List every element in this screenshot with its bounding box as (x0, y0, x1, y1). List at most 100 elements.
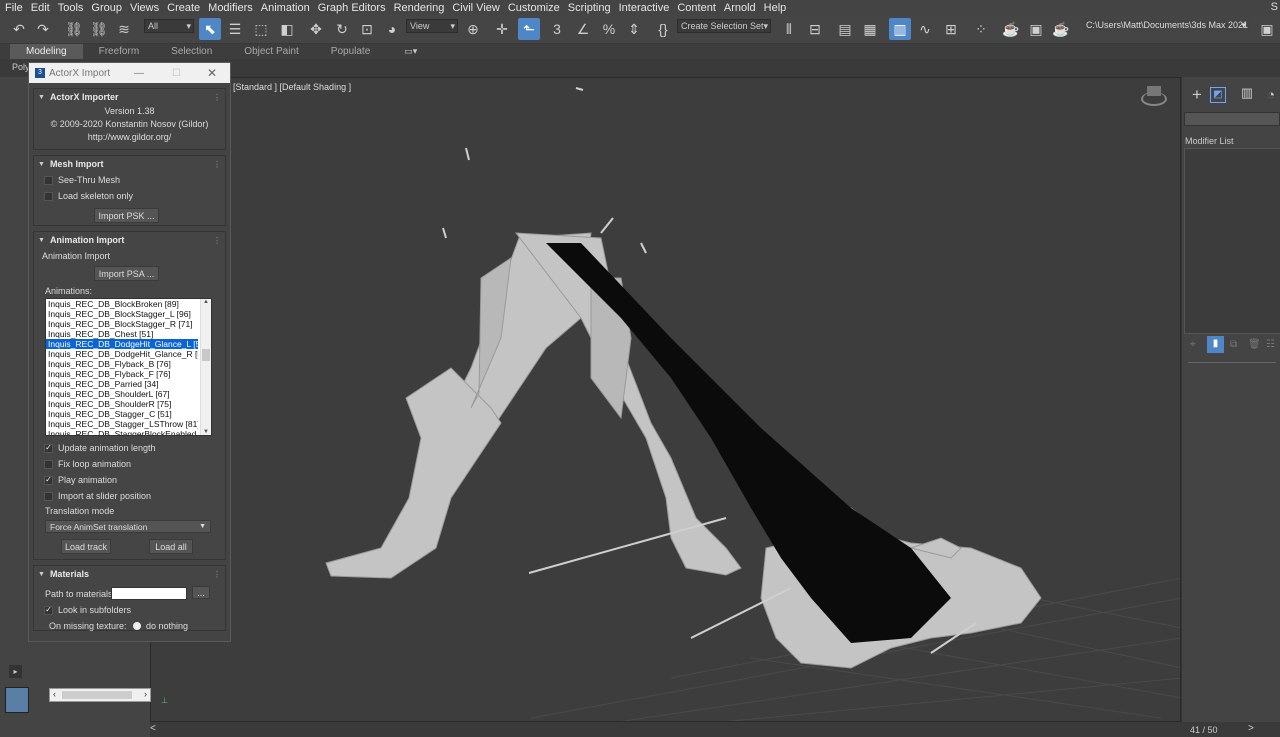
remove-modifier-icon[interactable]: 🗑 (1248, 339, 1261, 350)
maximize-icon[interactable]: ☐ (172, 68, 181, 79)
menu-file[interactable]: File (0, 2, 27, 14)
animation-list-item[interactable]: Inquis_REC_DB_DodgeHit_Glance_L [51] (46, 339, 198, 349)
ribbon-tab-freeform[interactable]: Freeform (83, 44, 156, 59)
menu-graph-editors[interactable]: Graph Editors (314, 2, 390, 14)
website-link[interactable]: http://www.gildor.org/ (34, 132, 225, 142)
checkbox-box[interactable] (44, 459, 53, 469)
rendered-frame-window-icon[interactable]: ▣ (1025, 18, 1047, 40)
project-path-dropdown[interactable]: C:\Users\Matt\Documents\3ds Max 2021 ▾ (1083, 19, 1250, 33)
ribbon-tab-populate[interactable]: Populate (315, 44, 386, 59)
menu-modifiers[interactable]: Modifiers (204, 2, 257, 14)
motion-tab-icon[interactable]: ◔ (1262, 87, 1280, 105)
named-selection-dropdown[interactable]: Create Selection Set ▾ (677, 19, 771, 33)
subfolders-checkbox[interactable]: ✓ Look in subfolders (44, 602, 131, 618)
animation-list-item[interactable]: Inquis_REC_DB_Stagger_LSThrow [81] (46, 419, 198, 429)
create-tab-icon[interactable]: + (1186, 85, 1208, 107)
checkbox-box[interactable]: ✓ (44, 605, 53, 615)
time-slider[interactable]: < 41 / 50 > (150, 722, 1280, 737)
make-unique-icon[interactable]: ⧉ (1230, 339, 1237, 350)
checkbox-box[interactable]: ✓ (44, 475, 53, 485)
animation-list-item[interactable]: Inquis_REC_DB_StaggerBlockEnabled_C (46, 429, 198, 435)
ribbon-tab-object-paint[interactable]: Object Paint (228, 44, 314, 59)
mirror-icon[interactable]: ⫴ (778, 18, 800, 40)
show-end-result-icon[interactable]: ▮ (1207, 336, 1224, 353)
modify-tab-icon[interactable]: ◩ (1210, 87, 1226, 103)
scroll-down-icon[interactable]: ▼ (201, 429, 211, 435)
reference-coord-dropdown[interactable]: View ▾ (406, 19, 458, 33)
object-name-field[interactable] (1184, 112, 1280, 126)
layer-explorer-icon[interactable]: ▦ (859, 18, 881, 40)
import-psa-button[interactable]: Import PSA ... (94, 266, 159, 281)
render-setup-icon[interactable]: ☕ (1000, 18, 1022, 40)
prev-frame-icon[interactable]: < (150, 723, 156, 734)
menu-help[interactable]: Help (760, 2, 791, 14)
perspective-viewport[interactable]: [Standard ] [Default Shading ] ⊥ (150, 77, 1181, 722)
animation-list-item[interactable]: Inquis_REC_DB_Flyback_B [76] (46, 359, 198, 369)
pivot-center-icon[interactable]: ⊕ (462, 18, 484, 40)
slider-position-checkbox[interactable]: Import at slider position (44, 488, 156, 504)
select-manipulate-icon[interactable]: ✛ (491, 18, 513, 40)
menu-scripting[interactable]: Scripting (564, 2, 615, 14)
checkbox-box[interactable]: ✓ (44, 443, 53, 453)
load-all-button[interactable]: Load all (149, 539, 193, 554)
scroll-thumb[interactable] (62, 691, 132, 699)
animation-list-item[interactable]: Inquis_REC_DB_DodgeHit_Glance_R [51] (46, 349, 198, 359)
scene-explorer-icon[interactable]: ▤ (834, 18, 856, 40)
toggle-ribbon-icon[interactable]: ▥ (889, 18, 911, 40)
keyboard-shortcut-override-icon[interactable]: ⬑ (518, 18, 540, 40)
animation-list-item[interactable]: Inquis_REC_DB_Chest [51] (46, 329, 198, 339)
viewport-label[interactable]: [Standard ] [Default Shading ] (233, 82, 351, 92)
rollout-header[interactable]: ▼ Animation Import ⋮ (34, 232, 225, 248)
animations-listbox[interactable]: Inquis_REC_DB_BlockBroken [89] Inquis_REC… (45, 298, 212, 436)
minimize-icon[interactable]: — (134, 68, 144, 79)
scroll-right-icon[interactable]: › (144, 689, 147, 699)
menu-civil-view[interactable]: Civil View (448, 2, 503, 14)
scale-icon[interactable]: ⊡ (356, 18, 378, 40)
close-icon[interactable]: ✕ (207, 66, 217, 80)
scroll-up-icon[interactable]: ▲ (201, 299, 211, 305)
expand-panel-icon[interactable]: ▸ (9, 665, 22, 678)
dialog-horizontal-scrollbar[interactable]: ‹ › (49, 688, 151, 702)
ribbon-tab-modeling[interactable]: Modeling (10, 44, 83, 59)
load-track-button[interactable]: Load track (61, 539, 111, 554)
modifier-stack[interactable] (1184, 148, 1280, 334)
menu-animation[interactable]: Animation (257, 2, 314, 14)
viewcube-top[interactable] (1147, 86, 1161, 96)
scroll-thumb[interactable] (202, 349, 210, 361)
rollout-header[interactable]: ▼ Mesh Import ⋮ (34, 156, 225, 172)
snaps-toggle-icon[interactable]: 3 (546, 18, 568, 40)
animation-list-item[interactable]: Inquis_REC_DB_BlockStagger_R [71] (46, 319, 198, 329)
configure-sets-icon[interactable]: ☷ (1266, 339, 1275, 350)
project-folder-icon[interactable]: ▣ (1256, 18, 1278, 40)
see-thru-checkbox[interactable]: See-Thru Mesh (44, 172, 225, 188)
redo-icon[interactable]: ↷ (32, 18, 54, 40)
menu-customize[interactable]: Customize (504, 2, 564, 14)
ribbon-tab-selection[interactable]: Selection (155, 44, 228, 59)
rollout-header[interactable]: ▼ ActorX Importer ⋮ (34, 89, 225, 105)
hierarchy-tab-icon[interactable]: ▥ (1236, 85, 1258, 107)
menu-views[interactable]: Views (126, 2, 163, 14)
render-production-icon[interactable]: ☕ (1050, 18, 1072, 40)
scroll-left-icon[interactable]: ‹ (53, 689, 56, 699)
rect-selection-icon[interactable]: ⬚ (250, 18, 272, 40)
animation-list-item[interactable]: Inquis_REC_DB_BlockStagger_L [96] (46, 309, 198, 319)
placement-icon[interactable]: ◕ (381, 18, 403, 40)
modifier-list-label[interactable]: Modifier List (1185, 136, 1234, 146)
menu-rendering[interactable]: Rendering (390, 2, 449, 14)
select-by-name-icon[interactable]: ☰ (224, 18, 246, 40)
ribbon-options-icon[interactable]: ▭▾ (404, 46, 417, 57)
checkbox-box[interactable] (44, 191, 53, 201)
translation-mode-dropdown[interactable]: Force AnimSet translation ▼ (45, 520, 211, 533)
curve-editor-icon[interactable]: ∿ (914, 18, 936, 40)
selection-filter-dropdown[interactable]: All ▾ (144, 19, 194, 33)
checkbox-box[interactable] (44, 491, 53, 501)
checkbox-box[interactable] (44, 175, 53, 185)
percent-snap-icon[interactable]: % (598, 18, 620, 40)
schematic-view-icon[interactable]: ⊞ (940, 18, 962, 40)
menu-interactive[interactable]: Interactive (615, 2, 674, 14)
menu-group[interactable]: Group (87, 2, 126, 14)
animation-list-item[interactable]: Inquis_REC_DB_Flyback_F [76] (46, 369, 198, 379)
window-crossing-icon[interactable]: ◧ (276, 18, 298, 40)
viewport-layout-thumb[interactable] (5, 687, 29, 713)
import-psk-button[interactable]: Import PSK ... (94, 208, 159, 223)
